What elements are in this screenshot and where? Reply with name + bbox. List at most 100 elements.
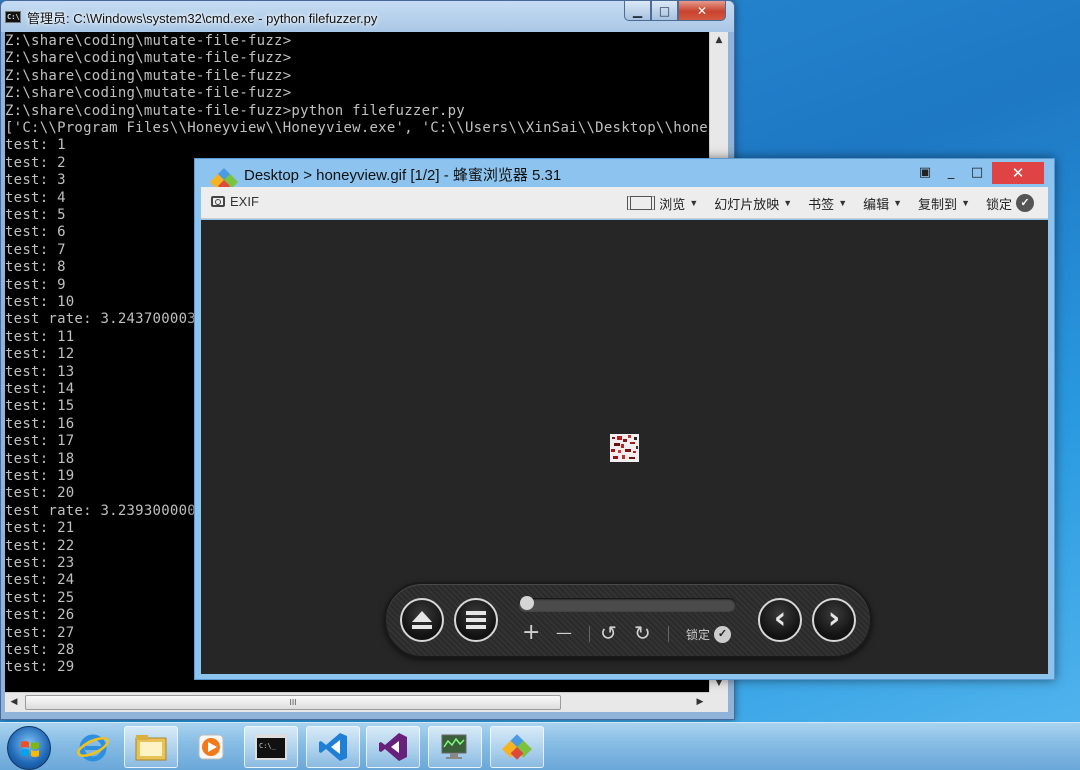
start-button[interactable] (7, 726, 51, 770)
copy-to-label: 复制到 (918, 196, 958, 212)
console-line: test: 12 (5, 346, 75, 363)
zoom-out-icon[interactable]: — (556, 620, 572, 646)
eject-icon (412, 611, 432, 629)
console-line: test: 17 (5, 433, 75, 450)
horizontal-scroll-thumb[interactable]: III (25, 695, 561, 710)
cmd-icon: C:\ (5, 11, 21, 23)
camera-icon (211, 196, 225, 207)
cmd-close-button[interactable]: ✕ (678, 1, 726, 21)
cmd-maximize-button[interactable]: □ (651, 1, 678, 21)
cmd-icon[interactable]: C:\_ (244, 726, 298, 768)
console-line: test: 25 (5, 589, 75, 606)
honeyview-icon[interactable] (490, 726, 544, 768)
cmd-titlebar[interactable]: C:\ 管理员: C:\Windows\system32\cmd.exe - p… (1, 1, 734, 32)
chevron-down-icon: ▼ (689, 198, 699, 208)
console-line: test: 24 (5, 572, 75, 589)
hv-maximize-button[interactable]: □ (964, 163, 990, 183)
lock-toggle[interactable]: 锁定 ✓ (986, 194, 1034, 213)
scroll-up-icon[interactable]: ▲ (710, 32, 728, 49)
previous-image-button[interactable]: ‹ (758, 598, 802, 642)
eject-button[interactable] (400, 598, 444, 642)
check-icon: ✓ (1016, 194, 1034, 212)
copy-to-menu[interactable]: 复制到 ▼ (918, 194, 970, 213)
console-line: test: 7 (5, 241, 66, 258)
cmd-minimize-button[interactable]: ▁ (624, 1, 651, 21)
honeyview-titlebar[interactable]: Desktop > honeyview.gif [1/2] - 蜂蜜浏览器 5.… (195, 159, 1054, 192)
bookmarks-menu[interactable]: 书签 ▼ (808, 194, 847, 213)
chevron-down-icon: ▼ (783, 198, 793, 208)
taskbar: C:\_ (0, 722, 1080, 770)
lock-label: 锁定 (985, 196, 1012, 212)
console-line: test: 23 (5, 555, 75, 571)
console-line: test: 28 (5, 642, 75, 658)
explorer-folder-icon[interactable] (124, 726, 178, 768)
console-line: test: 4 (5, 189, 66, 206)
hv-close-button[interactable]: ✕ (992, 162, 1044, 184)
fullscreen-icon[interactable]: ▣ (912, 163, 938, 183)
visual-studio-icon[interactable] (366, 726, 420, 768)
hv-minimize-button[interactable]: _ (938, 163, 964, 183)
edit-menu[interactable]: 编辑 ▼ (863, 194, 902, 213)
vscode-icon[interactable] (306, 726, 360, 768)
console-line: Z:\share\coding\mutate-file-fuzz> (5, 33, 292, 49)
honeyview-toolbar: EXIF 浏览 ▼ 幻灯片放映 ▼ 书签 ▼ 编辑 ▼ 复制到 ▼ 锁定 ✓ (201, 187, 1048, 219)
exif-label: EXIF (230, 194, 259, 209)
console-line: Z:\share\coding\mutate-file-fuzz>python … (5, 102, 465, 119)
honeyview-window: Desktop > honeyview.gif [1/2] - 蜂蜜浏览器 5.… (194, 158, 1055, 680)
scroll-right-icon[interactable]: ▶ (691, 693, 709, 712)
hamburger-menu-icon (466, 611, 486, 629)
image-viewer-area[interactable]: + — ↺ ↻ 锁定 ✓ ‹ › (201, 220, 1048, 674)
slideshow-menu[interactable]: 幻灯片放映 ▼ (714, 194, 792, 213)
separator (589, 626, 590, 642)
cmd-window-title: 管理员: C:\Windows\system32\cmd.exe - pytho… (27, 11, 378, 26)
windows-logo-icon (21, 741, 39, 757)
exif-button[interactable]: EXIF (211, 194, 259, 209)
panel-lock-label: 锁定 (686, 628, 711, 642)
console-line: test: 21 (5, 520, 75, 537)
console-line: test: 29 (5, 659, 75, 676)
separator (668, 626, 669, 642)
console-line: test: 11 (5, 328, 75, 345)
console-line: Z:\share\coding\mutate-file-fuzz> (5, 85, 292, 102)
console-line: test: 1 (5, 137, 66, 154)
console-line: test: 26 (5, 607, 75, 624)
chevron-down-icon: ▼ (893, 198, 903, 208)
chevron-down-icon: ▼ (961, 198, 970, 208)
next-image-button[interactable]: › (812, 598, 856, 642)
slideshow-label: 幻灯片放映 (714, 196, 780, 212)
chevron-down-icon: ▼ (838, 198, 848, 208)
console-line: test: 22 (5, 537, 75, 554)
rotate-right-icon[interactable]: ↻ (634, 620, 651, 646)
console-line: test: 5 (5, 207, 66, 223)
console-line: test rate: 3.243700003 (5, 311, 196, 328)
console-line: test: 6 (5, 224, 66, 241)
progress-slider-knob[interactable] (520, 596, 534, 610)
panel-lock-toggle[interactable]: 锁定 ✓ (686, 626, 732, 643)
ie-icon[interactable] (66, 726, 120, 768)
film-strip-icon (627, 196, 656, 210)
chevron-left-icon: ‹ (773, 600, 787, 636)
console-line: test: 3 (5, 172, 66, 189)
console-line: test: 14 (5, 381, 75, 397)
console-line: test: 16 (5, 415, 75, 432)
honeyview-window-title: Desktop > honeyview.gif [1/2] - 蜂蜜浏览器 5.… (244, 167, 562, 184)
console-line: ['C:\\Program Files\\Honeyview\\Honeyvie… (5, 120, 708, 136)
edit-label: 编辑 (863, 196, 890, 212)
device-monitor-icon[interactable] (428, 726, 482, 768)
rotate-left-icon[interactable]: ↺ (600, 620, 617, 646)
scroll-left-icon[interactable]: ◀ (5, 693, 23, 712)
console-line: test: 2 (5, 154, 66, 171)
console-line: test: 8 (5, 259, 66, 276)
zoom-in-icon[interactable]: + (522, 620, 540, 646)
check-icon: ✓ (714, 626, 732, 643)
resize-grip[interactable] (709, 692, 728, 712)
image-progress-slider[interactable] (518, 598, 736, 612)
cmd-horizontal-scrollbar[interactable]: ◀ III ▶ (5, 692, 709, 712)
console-line: test: 10 (5, 294, 75, 310)
menu-button[interactable] (454, 598, 498, 642)
media-player-icon[interactable] (184, 726, 238, 768)
svg-text:C:\_: C:\_ (259, 742, 277, 750)
browse-menu[interactable]: 浏览 ▼ (627, 194, 698, 213)
console-line: Z:\share\coding\mutate-file-fuzz> (5, 50, 292, 67)
displayed-gif-image (610, 434, 639, 462)
